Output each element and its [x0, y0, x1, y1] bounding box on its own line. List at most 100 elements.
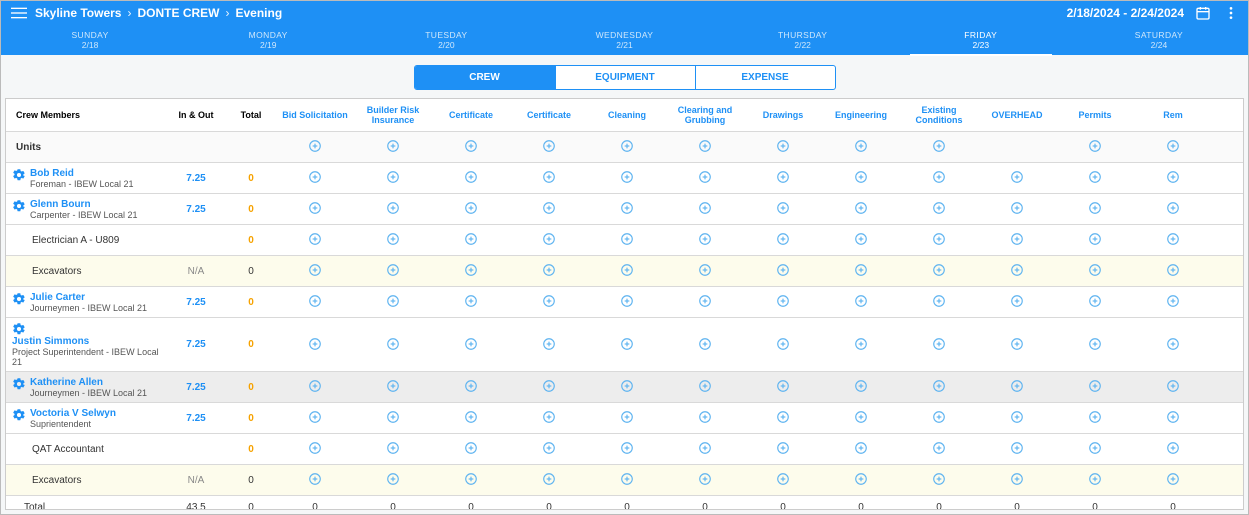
add-icon[interactable]: [541, 440, 557, 456]
add-icon[interactable]: [853, 409, 869, 425]
day-tab[interactable]: SATURDAY2/24: [1070, 25, 1248, 55]
add-icon[interactable]: [1009, 231, 1025, 247]
add-icon[interactable]: [697, 200, 713, 216]
add-icon[interactable]: [1165, 138, 1181, 154]
menu-icon[interactable]: [9, 3, 29, 23]
add-icon[interactable]: [1165, 293, 1181, 309]
add-icon[interactable]: [775, 231, 791, 247]
in-out-cell[interactable]: 7.25: [166, 318, 226, 372]
add-icon[interactable]: [697, 471, 713, 487]
add-icon[interactable]: [307, 169, 323, 185]
day-tab[interactable]: SUNDAY2/18: [1, 25, 179, 55]
add-icon[interactable]: [307, 138, 323, 154]
add-icon[interactable]: [931, 440, 947, 456]
add-icon[interactable]: [619, 293, 635, 309]
add-icon[interactable]: [853, 440, 869, 456]
col-task[interactable]: Builder Risk Insurance: [354, 99, 432, 132]
add-icon[interactable]: [385, 440, 401, 456]
in-out-cell[interactable]: 7.25: [166, 163, 226, 194]
in-out-cell[interactable]: 7.25: [166, 287, 226, 318]
add-icon[interactable]: [463, 200, 479, 216]
crew-name[interactable]: Justin Simmons: [12, 336, 162, 347]
add-icon[interactable]: [463, 293, 479, 309]
add-icon[interactable]: [1087, 138, 1103, 154]
add-icon[interactable]: [619, 336, 635, 352]
col-task[interactable]: Engineering: [822, 99, 900, 132]
timesheet-table-wrap[interactable]: Crew MembersIn & OutTotalBid Solicitatio…: [5, 98, 1244, 510]
gear-icon[interactable]: [12, 168, 26, 182]
add-icon[interactable]: [619, 440, 635, 456]
add-icon[interactable]: [1087, 471, 1103, 487]
day-tab[interactable]: TUESDAY2/20: [357, 25, 535, 55]
add-icon[interactable]: [1009, 336, 1025, 352]
add-icon[interactable]: [697, 231, 713, 247]
add-icon[interactable]: [385, 471, 401, 487]
add-icon[interactable]: [853, 471, 869, 487]
add-icon[interactable]: [931, 378, 947, 394]
add-icon[interactable]: [541, 378, 557, 394]
add-icon[interactable]: [931, 336, 947, 352]
add-icon[interactable]: [1009, 471, 1025, 487]
add-icon[interactable]: [619, 200, 635, 216]
add-icon[interactable]: [619, 231, 635, 247]
add-icon[interactable]: [541, 231, 557, 247]
add-icon[interactable]: [931, 200, 947, 216]
tab-crew[interactable]: CREW: [415, 66, 555, 89]
add-icon[interactable]: [697, 262, 713, 278]
breadcrumb-item[interactable]: Skyline Towers: [35, 6, 121, 20]
add-icon[interactable]: [931, 293, 947, 309]
day-tab[interactable]: THURSDAY2/22: [714, 25, 892, 55]
add-icon[interactable]: [385, 293, 401, 309]
add-icon[interactable]: [1087, 293, 1103, 309]
gear-icon[interactable]: [12, 408, 26, 422]
add-icon[interactable]: [541, 262, 557, 278]
add-icon[interactable]: [541, 336, 557, 352]
add-icon[interactable]: [697, 378, 713, 394]
add-icon[interactable]: [775, 200, 791, 216]
add-icon[interactable]: [619, 262, 635, 278]
in-out-cell[interactable]: 7.25: [166, 372, 226, 403]
add-icon[interactable]: [463, 471, 479, 487]
add-icon[interactable]: [463, 378, 479, 394]
add-icon[interactable]: [775, 138, 791, 154]
add-icon[interactable]: [307, 231, 323, 247]
add-icon[interactable]: [385, 409, 401, 425]
gear-icon[interactable]: [12, 377, 26, 391]
add-icon[interactable]: [463, 138, 479, 154]
add-icon[interactable]: [853, 336, 869, 352]
add-icon[interactable]: [385, 378, 401, 394]
add-icon[interactable]: [697, 336, 713, 352]
add-icon[interactable]: [1009, 169, 1025, 185]
add-icon[interactable]: [1009, 378, 1025, 394]
gear-icon[interactable]: [12, 199, 26, 213]
col-task[interactable]: Clearing and Grubbing: [666, 99, 744, 132]
add-icon[interactable]: [619, 409, 635, 425]
add-icon[interactable]: [463, 169, 479, 185]
add-icon[interactable]: [385, 262, 401, 278]
add-icon[interactable]: [853, 169, 869, 185]
col-task[interactable]: OVERHEAD: [978, 99, 1056, 132]
day-tab[interactable]: MONDAY2/19: [179, 25, 357, 55]
col-task[interactable]: Permits: [1056, 99, 1134, 132]
add-icon[interactable]: [775, 262, 791, 278]
add-icon[interactable]: [307, 200, 323, 216]
add-icon[interactable]: [463, 231, 479, 247]
add-icon[interactable]: [1009, 262, 1025, 278]
tab-expense[interactable]: EXPENSE: [695, 66, 835, 89]
col-task[interactable]: Rem: [1134, 99, 1212, 132]
add-icon[interactable]: [931, 169, 947, 185]
add-icon[interactable]: [1087, 336, 1103, 352]
in-out-cell[interactable]: 7.25: [166, 194, 226, 225]
add-icon[interactable]: [385, 231, 401, 247]
add-icon[interactable]: [853, 262, 869, 278]
add-icon[interactable]: [697, 440, 713, 456]
add-icon[interactable]: [1165, 262, 1181, 278]
crew-name[interactable]: Bob Reid: [30, 168, 134, 179]
add-icon[interactable]: [463, 409, 479, 425]
col-task[interactable]: Sur: [1212, 99, 1244, 132]
add-icon[interactable]: [1087, 231, 1103, 247]
add-icon[interactable]: [619, 471, 635, 487]
add-icon[interactable]: [1165, 378, 1181, 394]
add-icon[interactable]: [1009, 440, 1025, 456]
add-icon[interactable]: [1009, 409, 1025, 425]
